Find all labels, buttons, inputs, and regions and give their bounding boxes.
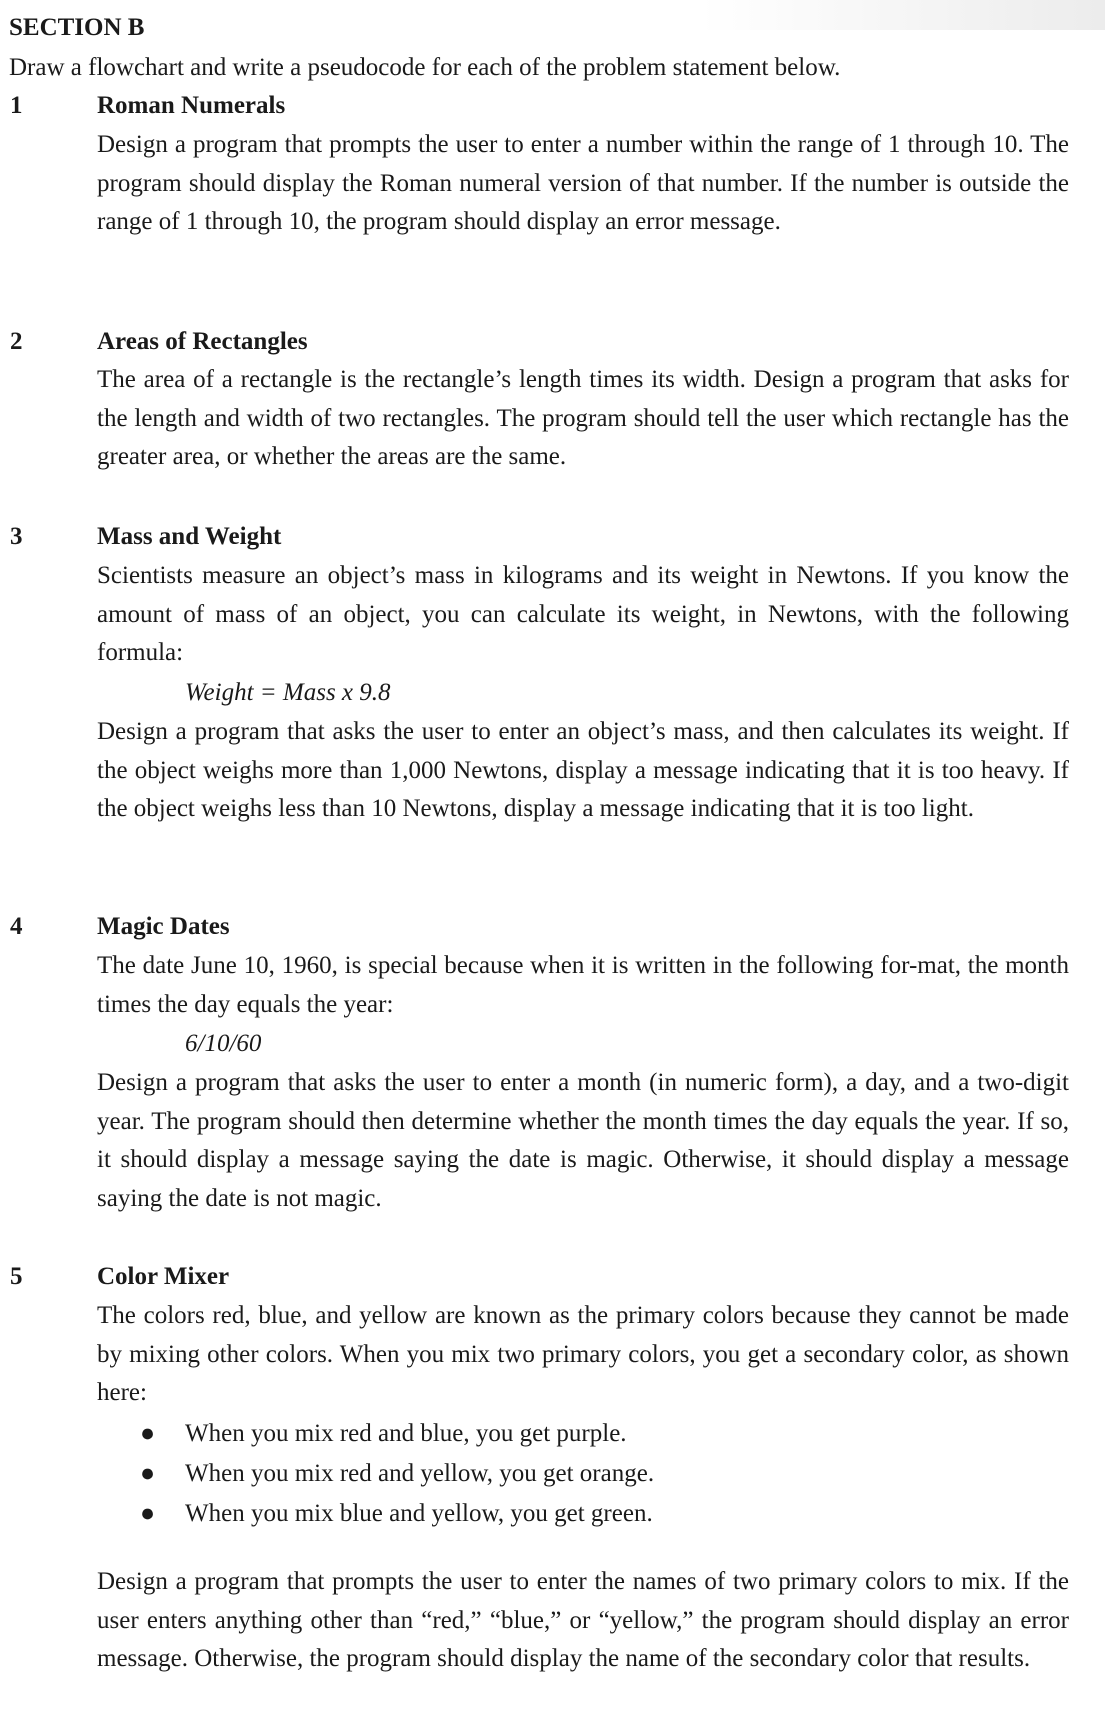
scan-shadow [700,0,1105,30]
problem-number: 4 [10,913,23,940]
bullet-icon: ● [140,1500,156,1527]
instruction: Draw a flowchart and write a pseudocode … [9,54,841,81]
problem-text: The colors red, blue, and yellow are kno… [97,1302,1069,1407]
problem-text-continued: Design a program that asks the user to e… [97,718,1069,823]
problem-number: 5 [10,1263,23,1290]
problem-text: The area of a rectangle is the rectangle… [97,366,1069,471]
bullet-item: ● When you mix red and blue, you get purp… [140,1420,627,1447]
problem-text: Scientists measure an object’s mass in k… [97,562,1069,667]
problem-text-continued: Design a program that asks the user to e… [97,1069,1069,1213]
problem-title: Magic Dates [97,913,230,940]
problem-title: Roman Numerals [97,92,286,119]
problem-text: Design a program that prompts the user t… [97,131,1069,236]
bullet-icon: ● [140,1460,156,1487]
bullet-item: ● When you mix red and yellow, you get or… [140,1460,655,1487]
bullet-icon: ● [140,1420,156,1447]
formula: 6/10/60 [185,1030,262,1057]
problem-text-continued: Design a program that prompts the user t… [97,1568,1069,1673]
problem-number: 1 [10,92,23,119]
problem-title: Mass and Weight [97,523,282,550]
section-title: SECTION B [9,14,145,41]
problem-title: Areas of Rectangles [97,328,308,355]
problem-number: 3 [10,523,23,550]
problem-text: The date June 10, 1960, is special becau… [97,952,1069,1018]
bullet-item: ● When you mix blue and yellow, you get g… [140,1500,653,1527]
formula: Weight = Mass x 9.8 [185,679,391,706]
problem-number: 2 [10,328,23,355]
problem-title: Color Mixer [97,1263,230,1290]
